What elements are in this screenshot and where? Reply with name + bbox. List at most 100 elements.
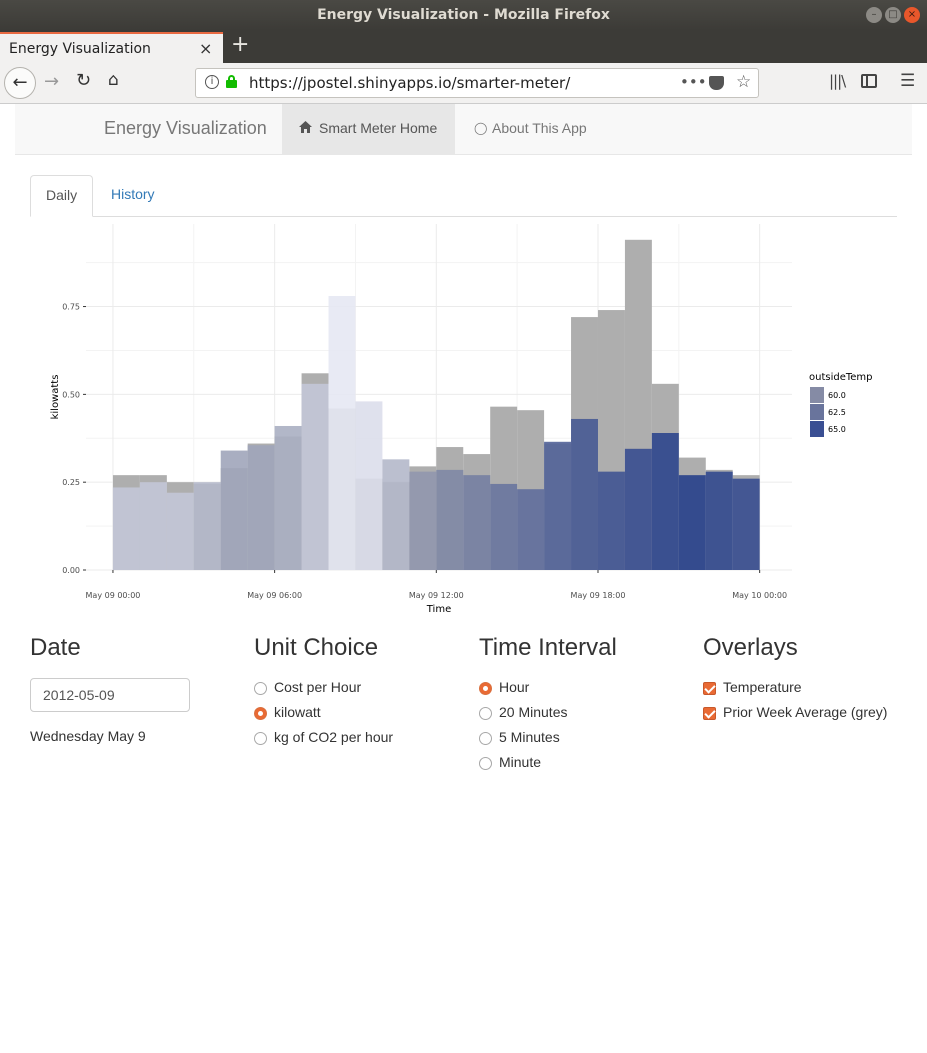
browser-toolbar: ← → ↻ ⌂ i https://jpostel.shinyapps.io/s… [0, 63, 927, 104]
window-title-bar: Energy Visualization - Mozilla Firefox –… [0, 0, 927, 30]
kilowatt-bar [517, 489, 545, 570]
hamburger-menu-icon[interactable]: ☰ [900, 71, 915, 91]
close-window-button[interactable]: × [904, 7, 920, 23]
kilowatt-bar [571, 418, 598, 570]
maximize-button[interactable]: □ [885, 7, 901, 23]
nav-item-about[interactable]: ◯ About This App [455, 104, 615, 154]
checkbox[interactable] [703, 682, 716, 695]
y-tick-label: 0.50 [62, 390, 80, 399]
minimize-button[interactable]: – [866, 7, 882, 23]
option-label: kg of CO2 per hour [274, 729, 394, 745]
kilowatt-bar [463, 475, 491, 570]
option-label: Hour [499, 679, 530, 695]
x-tick-label: May 09 18:00 [571, 591, 626, 600]
kilowatt-bar [678, 475, 706, 570]
app-navbar: Energy Visualization Smart Meter Home ◯ … [15, 104, 912, 155]
option-label: Temperature [723, 679, 802, 695]
x-tick-label: May 09 06:00 [247, 591, 302, 600]
kilowatt-bar [490, 483, 518, 570]
lightbulb-icon: ◯ [474, 121, 488, 135]
window-title: Energy Visualization - Mozilla Firefox [317, 7, 610, 23]
legend-swatch [810, 404, 824, 420]
kilowatt-bar [193, 482, 221, 570]
time-interval-heading: Time Interval [479, 634, 617, 661]
date-heading: Date [30, 634, 81, 661]
radio-button[interactable] [479, 707, 492, 720]
browser-tab[interactable]: Energy Visualization × [0, 32, 223, 63]
kilowatt-bar [705, 471, 733, 570]
star-icon[interactable]: ☆ [736, 72, 751, 92]
legend-label: 65.0 [828, 425, 846, 434]
sidebar-icon[interactable] [861, 74, 877, 88]
option-label: Prior Week Average (grey) [723, 704, 888, 720]
page-tabs: Daily History [30, 175, 897, 217]
y-tick-label: 0.75 [62, 303, 80, 312]
kilowatt-bar [544, 441, 572, 570]
energy-chart: 0.00 0.25 0.50 0.75 May 09 00:00 May 09 06:00… [50, 224, 873, 615]
tab-history[interactable]: History [95, 175, 175, 216]
reload-icon[interactable]: ↻ [76, 70, 91, 91]
x-axis-title: Time [426, 604, 451, 615]
lock-icon[interactable] [226, 75, 237, 88]
kilowatt-bar [624, 448, 652, 570]
y-axis-title: kilowatts [50, 375, 61, 420]
option-label: kilowatt [274, 704, 321, 720]
checkbox[interactable] [703, 707, 716, 720]
tab-label: History [111, 186, 155, 202]
legend-swatch [810, 421, 824, 437]
radio-button[interactable] [254, 732, 267, 745]
legend-swatch [810, 387, 824, 403]
kilowatt-bar [247, 445, 275, 570]
radio-button[interactable] [479, 757, 492, 770]
kilowatt-bar [301, 383, 329, 570]
kilowatt-bar [436, 469, 464, 570]
pocket-icon[interactable] [709, 76, 724, 90]
x-tick-label: May 09 00:00 [86, 591, 141, 600]
kilowatt-bar [732, 478, 760, 570]
date-input[interactable]: 2012-05-09 [30, 678, 190, 712]
back-arrow-icon[interactable]: ← [4, 67, 36, 99]
kilowatt-bar [274, 425, 302, 570]
date-weekday-text: Wednesday May 9 [30, 728, 146, 744]
forward-arrow-icon[interactable]: → [44, 71, 59, 92]
library-icon[interactable]: |||\ [829, 72, 846, 90]
kilowatt-bar [166, 492, 194, 570]
home-icon [299, 121, 312, 133]
browser-tab-title: Energy Visualization [9, 41, 151, 57]
option-label: 20 Minutes [499, 704, 568, 720]
radio-button[interactable] [254, 682, 267, 695]
new-tab-button[interactable]: + [231, 33, 249, 57]
y-tick-label: 0.00 [62, 566, 80, 575]
x-tick-label: May 09 12:00 [409, 591, 464, 600]
radio-button[interactable] [254, 707, 267, 720]
overlays-heading: Overlays [703, 634, 798, 661]
tab-daily[interactable]: Daily [30, 175, 93, 217]
tab-label: Daily [46, 187, 78, 203]
kilowatt-bar [409, 471, 437, 570]
legend-title: outsideTemp [809, 372, 873, 383]
radio-button[interactable] [479, 732, 492, 745]
app-brand[interactable]: Energy Visualization [104, 118, 267, 139]
x-tick-label: May 10 00:00 [732, 591, 787, 600]
more-icon[interactable]: ••• [680, 73, 707, 91]
legend-label: 60.0 [828, 391, 846, 400]
kilowatt-bar [328, 296, 356, 570]
kilowatt-bar [651, 433, 679, 570]
url-text[interactable]: https://jpostel.shinyapps.io/smarter-met… [249, 74, 570, 92]
home-icon[interactable]: ⌂ [108, 70, 119, 90]
close-tab-icon[interactable]: × [199, 39, 212, 58]
nav-item-smart-meter-home[interactable]: Smart Meter Home [282, 104, 455, 154]
info-icon[interactable]: i [205, 75, 219, 89]
url-bar[interactable]: i https://jpostel.shinyapps.io/smarter-m… [195, 68, 759, 98]
kilowatt-bar [597, 471, 625, 570]
radio-button[interactable] [479, 682, 492, 695]
nav-item-label: About This App [492, 120, 587, 136]
kilowatt-bar [139, 482, 167, 570]
option-label: 5 Minutes [499, 729, 560, 745]
kilowatt-bar [355, 401, 383, 570]
option-label: Minute [499, 754, 542, 770]
kilowatt-bar [112, 487, 140, 570]
y-tick-label: 0.25 [62, 478, 80, 487]
option-label: Cost per Hour [274, 679, 362, 695]
legend-label: 62.5 [828, 408, 846, 417]
